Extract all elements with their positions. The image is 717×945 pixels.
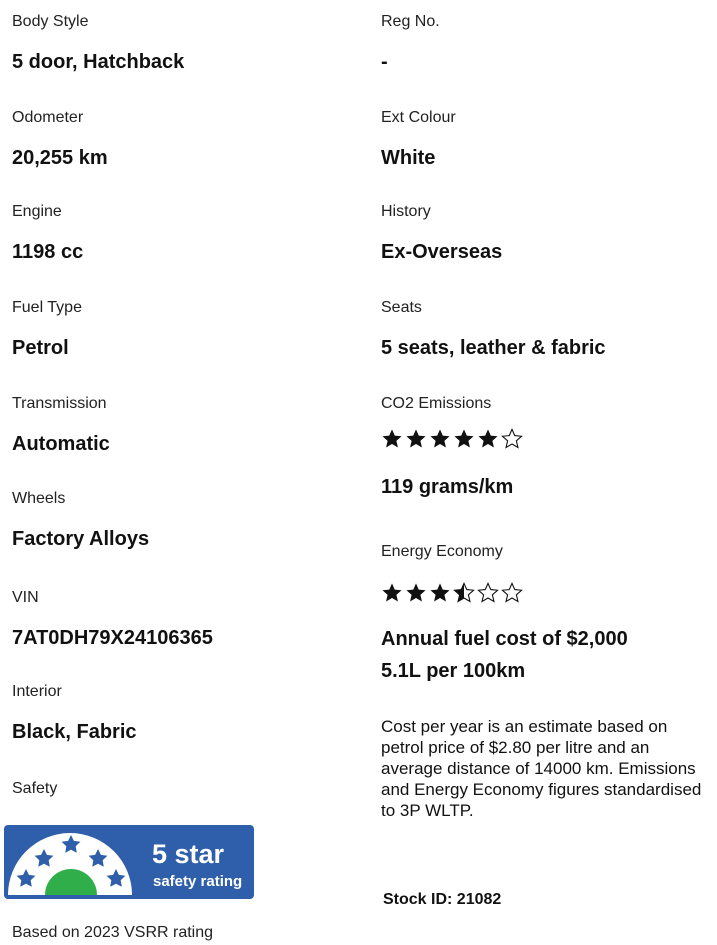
badge-title: 5 star (152, 839, 225, 869)
field-value: 1198 cc (12, 241, 84, 263)
field-transmission: Transmission Automatic (12, 394, 110, 456)
field-label: Engine (12, 203, 62, 220)
fuel-consumption: 5.1L per 100km (381, 660, 526, 682)
field-vin: VIN 7AT0DH79X24106365 (12, 588, 213, 650)
star-filled-icon (430, 583, 450, 602)
based-on-text: Based on 2023 VSRR rating (12, 924, 214, 941)
field-engine: Engine 1198 cc (12, 202, 83, 264)
field-label: Odometer (12, 109, 84, 126)
star-empty-icon (501, 582, 523, 603)
field-label: Body Style (12, 13, 89, 30)
field-value: Petrol (12, 337, 69, 359)
star-filled-icon (478, 429, 498, 448)
energy-economy: Energy Economy (381, 542, 503, 562)
field-label: Wheels (12, 490, 66, 507)
stock-id: Stock ID: 21082 (383, 891, 502, 908)
star-filled-icon (406, 583, 426, 602)
star-filled-icon (454, 429, 474, 448)
energy-label: Energy Economy (381, 543, 503, 560)
energy-star-rating (381, 582, 523, 604)
co2-emissions: CO2 Emissions (381, 394, 491, 414)
field-value: - (381, 51, 388, 73)
star-empty-icon (477, 582, 499, 603)
field-reg-no: Reg No. - (381, 12, 440, 74)
field-value: White (381, 147, 436, 169)
star-half-icon (453, 582, 475, 603)
annual-fuel-cost: Annual fuel cost of $2,000 (381, 628, 628, 650)
star-filled-icon (382, 429, 402, 448)
field-value: Ex-Overseas (381, 241, 503, 263)
field-label: History (381, 203, 431, 220)
co2-label: CO2 Emissions (381, 395, 492, 412)
field-value: Factory Alloys (12, 528, 150, 550)
field-label: Ext Colour (381, 109, 456, 126)
field-label: Transmission (12, 395, 107, 412)
safety-label: Safety (12, 780, 58, 797)
safety-rating-badge: 5 star safety rating (4, 825, 254, 899)
field-label: Fuel Type (12, 299, 82, 316)
badge-subtitle: safety rating (153, 873, 242, 890)
field-value: Automatic (12, 433, 110, 455)
star-filled-icon (406, 429, 426, 448)
star-filled-icon (430, 429, 450, 448)
field-value: 7AT0DH79X24106365 (12, 627, 213, 649)
field-odometer: Odometer 20,255 km (12, 108, 108, 170)
field-label: Interior (12, 683, 62, 700)
field-value: Black, Fabric (12, 721, 137, 743)
field-seats: Seats 5 seats, leather & fabric (381, 298, 606, 360)
field-label: Reg No. (381, 13, 440, 30)
field-wheels: Wheels Factory Alloys (12, 489, 149, 551)
star-empty-icon (501, 428, 523, 449)
field-ext-colour: Ext Colour White (381, 108, 456, 170)
field-value: 20,255 km (12, 147, 108, 169)
field-label: Seats (381, 299, 422, 316)
field-body-style: Body Style 5 door, Hatchback (12, 12, 184, 74)
field-label: VIN (12, 589, 39, 606)
field-safety: Safety (12, 779, 57, 799)
cost-estimate-note: Cost per year is an estimate based on pe… (381, 717, 702, 820)
field-interior: Interior Black, Fabric (12, 682, 137, 744)
co2-star-rating (381, 428, 523, 450)
field-history: History Ex-Overseas (381, 202, 502, 264)
field-fuel-type: Fuel Type Petrol (12, 298, 82, 360)
field-value: 5 seats, leather & fabric (381, 337, 606, 359)
star-filled-icon (382, 583, 402, 602)
field-value: 5 door, Hatchback (12, 51, 185, 73)
co2-value: 119 grams/km (381, 476, 514, 498)
